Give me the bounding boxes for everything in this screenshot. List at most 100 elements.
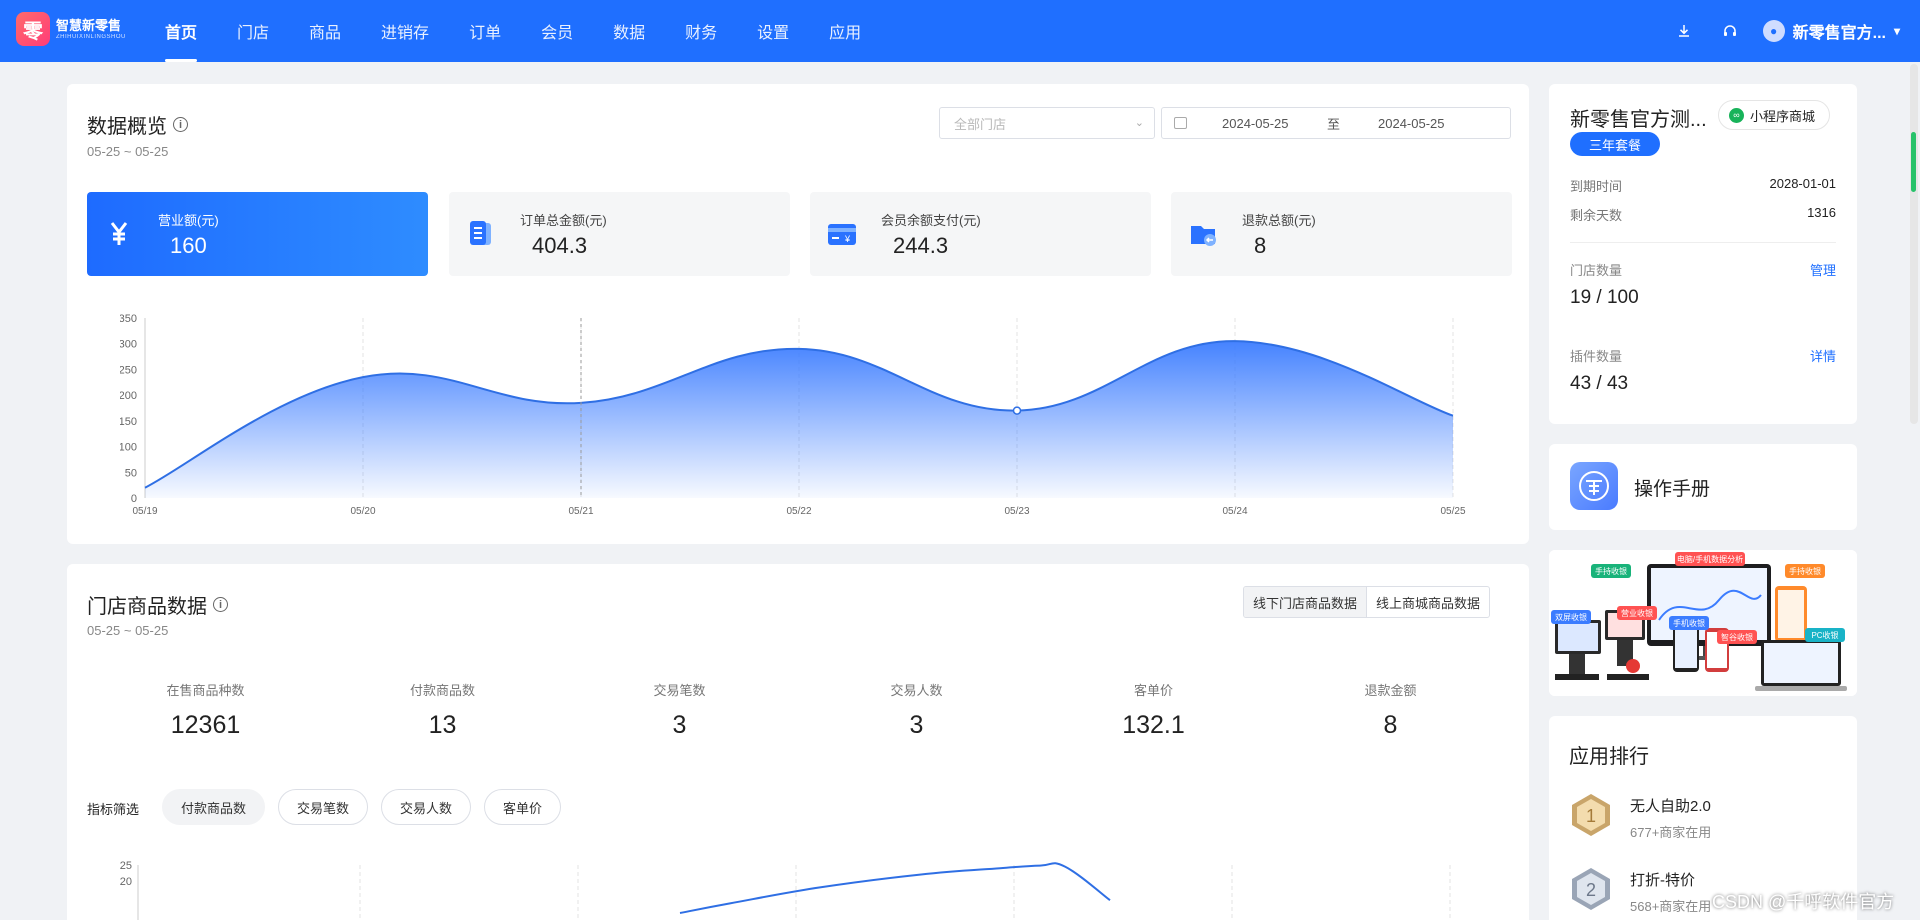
stat-avg-order-value: 客单价 132.1: [1122, 683, 1185, 739]
kpi-card-revenue[interactable]: 营业额(元) 160: [87, 192, 428, 276]
chevron-down-icon: ⌄: [1134, 117, 1144, 129]
chip-buyers[interactable]: 交易人数: [381, 789, 472, 825]
calendar-icon: [1174, 117, 1187, 129]
chevron-down-icon: ▾: [1893, 24, 1900, 38]
plan-badge: 三年套餐: [1570, 132, 1660, 156]
kpi-value: 160: [170, 232, 207, 258]
y-tick-label: 200: [120, 390, 137, 402]
date-range-picker[interactable]: 2024-05-25 至 2024-05-25: [1161, 107, 1511, 139]
nav-item-inventory[interactable]: 进销存: [362, 0, 448, 62]
y-tick-label: 250: [120, 364, 137, 376]
user-name: 新零售官方...: [1792, 25, 1886, 42]
y-tick-label: 100: [120, 442, 137, 454]
nav-item-orders[interactable]: 订单: [450, 0, 520, 62]
watermark: CSDN @千呼软件官方: [1712, 892, 1895, 912]
nav-item-stores[interactable]: 门店: [218, 0, 288, 62]
kpi-label: 退款总额(元): [1242, 212, 1316, 228]
expire-row: 到期时间 2028-01-01: [1570, 176, 1836, 194]
hardware-promo-banner[interactable]: 手持收银 电脑/手机数据分析 手持收银 双屏收银 营业收银 手机收银 智谷收银 …: [1549, 550, 1857, 696]
toggle-online-goods[interactable]: 线上商城商品数据: [1367, 587, 1489, 617]
kpi-value: 404.3: [532, 232, 588, 258]
x-tick-label: 05/25: [1440, 506, 1465, 517]
headset-icon[interactable]: [1719, 20, 1741, 42]
promo-tag: 手持收银: [1789, 566, 1821, 576]
main-nav: 首页 门店 商品 进销存 订单 会员 数据 财务 设置 应用: [146, 0, 882, 62]
promo-tag: 手机收银: [1673, 618, 1705, 628]
promo-tag: 营业收银: [1621, 608, 1653, 618]
plugin-count-value: 43 / 43: [1570, 373, 1629, 394]
store-select[interactable]: 全部门店 ⌄: [939, 107, 1155, 139]
nav-item-members[interactable]: 会员: [522, 0, 592, 62]
top-nav-bar: 零 智慧新零售 ZHIHUIXINLINGSHOU 首页 门店 商品 进销存 订…: [0, 0, 1920, 62]
kpi-card-refund-total[interactable]: 退款总额(元) 8: [1171, 192, 1512, 276]
logo-subtitle: ZHIHUIXINLINGSHOU: [56, 33, 126, 40]
svg-text:1: 1: [1586, 806, 1596, 826]
x-tick-label: 05/20: [350, 506, 375, 517]
scrollbar-thumb[interactable]: [1911, 132, 1916, 192]
revenue-area-chart[interactable]: 0 50 100 150 200 250 300 350 05/19 05/20 05/21 05/2…: [120, 308, 1480, 523]
x-tick-label: 05/21: [568, 506, 593, 517]
date-from[interactable]: 2024-05-25: [1222, 116, 1289, 131]
goods-stats: 在售商品种数 12361 付款商品数 13 交易笔数 3 交易人数 3 客单价 …: [87, 680, 1512, 740]
stat-transactions: 交易笔数 3: [653, 683, 706, 739]
svg-text:2: 2: [1586, 880, 1596, 900]
goods-line-chart[interactable]: 2025: [120, 855, 1480, 920]
nav-item-home[interactable]: 首页: [146, 0, 216, 62]
nav-item-goods[interactable]: 商品: [290, 0, 360, 62]
rank-app-usage: 568+商家在用: [1630, 899, 1712, 914]
store-count-value: 19 / 100: [1570, 287, 1639, 308]
app-logo[interactable]: 零 智慧新零售 ZHIHUIXINLINGSHOU: [16, 12, 126, 46]
user-menu[interactable]: ● 新零售官方... ▾: [1762, 19, 1900, 43]
toggle-offline-goods[interactable]: 线下门店商品数据: [1244, 587, 1368, 617]
chip-avg-order-value[interactable]: 客单价: [484, 789, 562, 825]
yuan-icon: [104, 219, 134, 249]
manual-icon: [1570, 462, 1618, 510]
svg-text:¥: ¥: [844, 234, 851, 244]
divider: [1570, 242, 1836, 243]
plugin-count-row: 插件数量 详情: [1570, 346, 1836, 365]
store-goods-date-range: 05-25 ~ 05-25: [87, 623, 169, 638]
mini-program-badge[interactable]: ∞ 小程序商城: [1718, 100, 1831, 130]
chip-paid-goods[interactable]: 付款商品数: [162, 789, 266, 825]
store-count-row: 门店数量 管理: [1570, 260, 1836, 279]
kpi-card-order-total[interactable]: 订单总金额(元) 404.3: [449, 192, 790, 276]
chip-transactions[interactable]: 交易笔数: [278, 789, 369, 825]
device-illustration: 手持收银 电脑/手机数据分析 手持收银 双屏收银 营业收银 手机收银 智谷收银 …: [1549, 550, 1857, 696]
y-tick-label: 25: [120, 860, 132, 872]
kpi-value: 244.3: [893, 232, 949, 258]
kpi-label: 订单总金额(元): [520, 212, 607, 228]
overview-date-range: 05-25 ~ 05-25: [87, 144, 169, 159]
manage-stores-link[interactable]: 管理: [1810, 260, 1836, 279]
remain-days-row: 剩余天数 1316: [1570, 205, 1836, 223]
kpi-card-member-balance[interactable]: ¥ 会员余额支付(元) 244.3: [810, 192, 1151, 276]
avatar: ●: [1762, 20, 1785, 42]
info-icon[interactable]: i: [173, 117, 188, 132]
date-range-separator: 至: [1327, 116, 1341, 132]
rank-app-usage: 677+商家在用: [1630, 825, 1712, 840]
rank-app-name: 无人自助2.0: [1630, 798, 1711, 815]
series-area: [145, 341, 1453, 498]
page-scrollbar[interactable]: [1910, 64, 1918, 424]
x-tick-label: 05/22: [786, 506, 811, 517]
y-tick-label: 350: [120, 313, 137, 325]
nav-item-finance[interactable]: 财务: [666, 0, 736, 62]
rank-item[interactable]: 1 无人自助2.0 677+商家在用: [1568, 792, 1711, 841]
x-tick-label: 05/19: [132, 506, 157, 517]
nav-item-data[interactable]: 数据: [594, 0, 664, 62]
info-icon[interactable]: i: [213, 597, 228, 612]
app-ranking-title: 应用排行: [1569, 746, 1649, 768]
nav-item-apps[interactable]: 应用: [810, 0, 880, 62]
y-tick-label: 20: [120, 876, 132, 888]
promo-tag: 智谷收银: [1721, 632, 1753, 642]
y-tick-label: 300: [120, 339, 137, 351]
rank-item[interactable]: 2 打折-特价 568+商家在用: [1568, 866, 1711, 915]
nav-item-settings[interactable]: 设置: [738, 0, 808, 62]
link-icon: ∞: [1729, 107, 1744, 123]
download-icon[interactable]: [1673, 20, 1695, 42]
plugin-details-link[interactable]: 详情: [1810, 346, 1836, 365]
manual-label: 操作手册: [1634, 479, 1711, 500]
y-tick-label: 150: [120, 416, 137, 428]
stat-on-sale-types: 在售商品种数 12361: [166, 683, 245, 739]
wallet-card-icon: ¥: [827, 219, 857, 249]
date-to[interactable]: 2024-05-25: [1378, 116, 1445, 131]
